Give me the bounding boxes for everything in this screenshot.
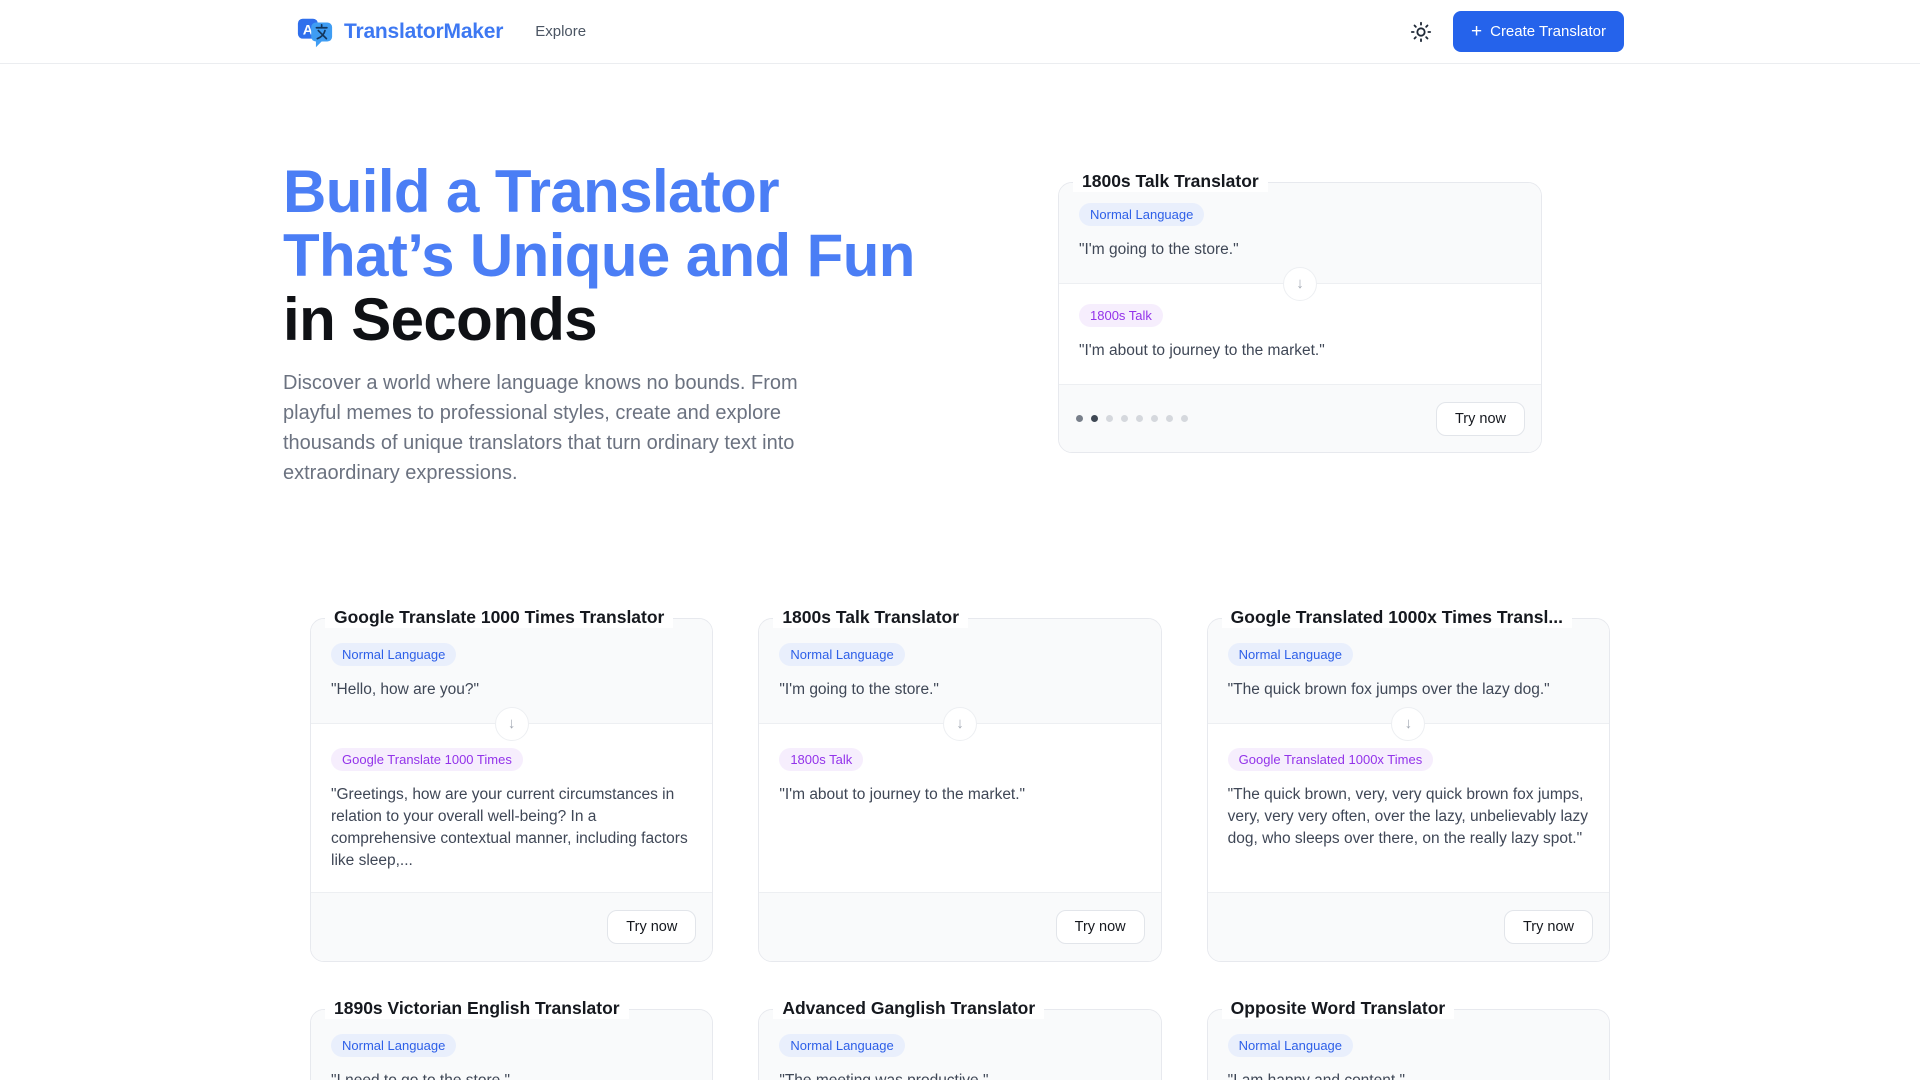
translator-card: Opposite Word Translator Normal Language… [1207, 1009, 1610, 1080]
app-header: A TranslatorMaker Explore [0, 0, 1920, 64]
source-text: "I am happy and content." [1228, 1070, 1589, 1080]
source-language-badge: Normal Language [1228, 643, 1353, 666]
source-text: "The quick brown fox jumps over the lazy… [1228, 679, 1589, 701]
carousel-dot[interactable] [1106, 415, 1113, 422]
featured-card-title: 1800s Talk Translator [1073, 171, 1268, 192]
card-source-section: Normal Language "I need to go to the sto… [311, 1010, 712, 1080]
translator-card: 1890s Victorian English Translator Norma… [310, 1009, 713, 1080]
translators-grid: Google Translate 1000 Times Translator N… [310, 618, 1610, 1080]
source-language-badge: Normal Language [1228, 1034, 1353, 1057]
try-now-button[interactable]: Try now [607, 910, 696, 944]
source-text: "The meeting was productive." [779, 1070, 1140, 1080]
translator-card: Advanced Ganglish Translator Normal Lang… [758, 1009, 1161, 1080]
card-title: 1800s Talk Translator [773, 607, 968, 628]
target-style-badge: 1800s Talk [1079, 304, 1163, 327]
target-style-badge: Google Translate 1000 Times [331, 748, 523, 771]
carousel-dots[interactable] [1076, 415, 1188, 422]
create-translator-button[interactable]: + Create Translator [1453, 11, 1624, 52]
down-arrow-icon: ↓ [1391, 707, 1425, 741]
target-text: "The quick brown, very, very quick brown… [1228, 784, 1589, 850]
translator-card: Google Translate 1000 Times Translator N… [310, 618, 713, 962]
carousel-dot[interactable] [1136, 415, 1143, 422]
create-translator-label: Create Translator [1490, 23, 1606, 40]
theme-toggle-button[interactable] [1403, 14, 1439, 50]
featured-translator-card: 1800s Talk Translator Normal Language "I… [1058, 182, 1542, 453]
source-text: "I need to go to the store." [331, 1070, 692, 1080]
carousel-dot[interactable] [1181, 415, 1188, 422]
card-title: Google Translated 1000x Times Transl... [1222, 607, 1572, 628]
carousel-dot[interactable] [1166, 415, 1173, 422]
divider: ↓ [1208, 723, 1609, 724]
card-target-section: Google Translate 1000 Times "Greetings, … [311, 724, 712, 892]
translate-logo-icon: A [296, 13, 334, 51]
target-text: "I'm about to journey to the market." [779, 784, 1140, 806]
source-language-badge: Normal Language [1079, 203, 1204, 226]
down-arrow-icon: ↓ [1283, 267, 1317, 301]
target-style-badge: 1800s Talk [779, 748, 863, 771]
hero-title-line2: That’s Unique and Fun [283, 224, 923, 288]
carousel-dot[interactable] [1076, 415, 1083, 422]
try-now-button[interactable]: Try now [1504, 910, 1593, 944]
target-style-badge: Google Translated 1000x Times [1228, 748, 1434, 771]
target-text: "Greetings, how are your current circums… [331, 784, 692, 872]
hero-title: Build a Translator That’s Unique and Fun… [283, 160, 923, 352]
source-language-badge: Normal Language [331, 1034, 456, 1057]
card-title: Advanced Ganglish Translator [773, 998, 1044, 1019]
down-arrow-icon: ↓ [943, 707, 977, 741]
target-text: "I'm about to journey to the market." [1079, 340, 1521, 362]
card-source-section: Normal Language "The meeting was product… [759, 1010, 1160, 1080]
card-title: Opposite Word Translator [1222, 998, 1455, 1019]
try-now-button[interactable]: Try now [1436, 402, 1525, 436]
card-footer: Try now [311, 892, 712, 961]
divider: ↓ [759, 723, 1160, 724]
nav-explore[interactable]: Explore [535, 23, 586, 40]
card-target-section: Google Translated 1000x Times "The quick… [1208, 724, 1609, 892]
plus-icon: + [1471, 22, 1482, 41]
hero-title-line1: Build a Translator [283, 160, 923, 224]
divider: ↓ [311, 723, 712, 724]
featured-card-footer: Try now [1059, 384, 1541, 452]
translator-card: 1800s Talk Translator Normal Language "I… [758, 618, 1161, 962]
brand-name: TranslatorMaker [344, 20, 503, 44]
card-source-section: Normal Language "I am happy and content.… [1208, 1010, 1609, 1080]
try-now-button[interactable]: Try now [1056, 910, 1145, 944]
page: A TranslatorMaker Explore [0, 0, 1920, 1080]
source-text: "Hello, how are you?" [331, 679, 692, 701]
sun-icon [1410, 21, 1432, 43]
brand-home-link[interactable]: A TranslatorMaker [296, 13, 503, 51]
translator-card: Google Translated 1000x Times Transl... … [1207, 618, 1610, 962]
source-language-badge: Normal Language [779, 1034, 904, 1057]
hero-section: Build a Translator That’s Unique and Fun… [0, 64, 1920, 488]
card-title: Google Translate 1000 Times Translator [325, 607, 673, 628]
card-footer: Try now [1208, 892, 1609, 961]
carousel-dot[interactable] [1151, 415, 1158, 422]
carousel-dot[interactable] [1121, 415, 1128, 422]
card-target-section: 1800s Talk "I'm about to journey to the … [759, 724, 1160, 892]
card-title: 1890s Victorian English Translator [325, 998, 629, 1019]
carousel-dot[interactable] [1091, 415, 1098, 422]
source-text: "I'm going to the store." [779, 679, 1140, 701]
down-arrow-icon: ↓ [495, 707, 529, 741]
source-language-badge: Normal Language [779, 643, 904, 666]
source-text: "I'm going to the store." [1079, 239, 1521, 261]
hero-description: Discover a world where language knows no… [283, 368, 848, 488]
divider: ↓ [1059, 283, 1541, 284]
hero-title-line3: in Seconds [283, 288, 923, 352]
source-language-badge: Normal Language [331, 643, 456, 666]
card-footer: Try now [759, 892, 1160, 961]
